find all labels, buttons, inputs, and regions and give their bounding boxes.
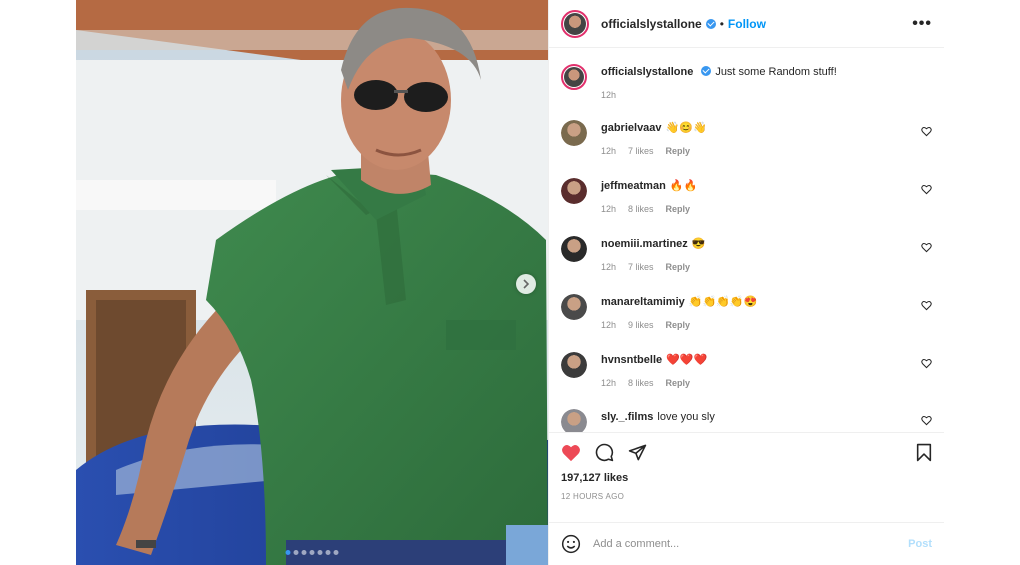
comment-likes[interactable]: 7 likes	[628, 146, 654, 156]
comment-text: gabrielvaav 👋😊👋	[601, 120, 932, 136]
caption-text: officialslystallone Just some Random stuf…	[601, 64, 932, 80]
like-comment-icon[interactable]	[921, 242, 932, 253]
comment-icon[interactable]	[595, 443, 614, 462]
comment-username[interactable]: gabrielvaav	[601, 122, 662, 134]
author-avatar[interactable]	[561, 9, 589, 38]
comment-username[interactable]: sly._.films	[601, 411, 653, 423]
post-details-panel: officialslystallone • Follow ••• officia…	[548, 0, 944, 565]
reply-button[interactable]: Reply	[666, 204, 691, 214]
comment-likes[interactable]: 7 likes	[628, 262, 654, 272]
next-slide-button[interactable]	[516, 274, 536, 294]
comment-text: sly._.films love you sly	[601, 409, 932, 425]
caption-username[interactable]: officialslystallone	[601, 66, 693, 78]
avatar[interactable]	[561, 294, 587, 320]
like-comment-icon[interactable]	[921, 300, 932, 311]
comment-meta: 12h 7 likes Reply	[601, 262, 932, 272]
caption-body: Just some Random stuff!	[715, 66, 837, 78]
caption-meta: 12h	[601, 90, 932, 100]
like-comment-icon[interactable]	[921, 126, 932, 137]
post-comment-button[interactable]: Post	[908, 538, 932, 550]
comment-body: 😎	[691, 238, 706, 250]
carousel-dot[interactable]	[325, 550, 331, 555]
comment-item: sly._.films love you sly	[561, 409, 932, 432]
comment-item: hvnsntbelle ❤️❤️❤️ 12h 8 likes Reply	[561, 352, 932, 388]
comment-item: gabrielvaav 👋😊👋 12h 7 likes Reply	[561, 120, 932, 156]
comment-item: jeffmeatman 🔥🔥 12h 8 likes Reply	[561, 178, 932, 214]
like-comment-icon[interactable]	[921, 184, 932, 195]
emoji-icon[interactable]	[561, 534, 581, 554]
more-options-icon[interactable]: •••	[912, 15, 932, 33]
carousel-dot[interactable]	[333, 550, 339, 555]
post-timestamp: 12 HOURS AGO	[561, 492, 625, 501]
comment-meta: 12h 7 likes Reply	[601, 146, 932, 156]
carousel-dot[interactable]	[285, 550, 291, 555]
avatar[interactable]	[561, 178, 587, 204]
post-header: officialslystallone • Follow •••	[549, 0, 944, 48]
comment-body: ❤️❤️❤️	[666, 354, 708, 366]
comment-time: 12h	[601, 320, 617, 330]
avatar[interactable]	[561, 409, 587, 432]
comment-body: 👋😊👋	[665, 122, 707, 134]
separator-dot: •	[719, 16, 724, 31]
verified-icon	[705, 18, 716, 29]
post-photo[interactable]	[76, 0, 548, 565]
heart-icon[interactable]	[561, 444, 581, 462]
comment-text: noemiii.martinez 😎	[601, 236, 932, 252]
caption-time: 12h	[601, 90, 617, 100]
comment-text: jeffmeatman 🔥🔥	[601, 178, 932, 194]
carousel-dot[interactable]	[301, 550, 307, 555]
comment-item: manareltamimiy 👏👏👏👏😍 12h 9 likes Reply	[561, 294, 932, 330]
comment-likes[interactable]: 8 likes	[628, 378, 654, 388]
comment-time: 12h	[601, 378, 617, 388]
carousel-dots	[285, 550, 339, 555]
reply-button[interactable]: Reply	[666, 320, 691, 330]
carousel-dot[interactable]	[293, 550, 299, 555]
caption: officialslystallone Just some Random stuf…	[561, 64, 932, 100]
comment-time: 12h	[601, 146, 617, 156]
verified-icon	[701, 66, 712, 76]
comments-list[interactable]: officialslystallone Just some Random stuf…	[549, 48, 944, 432]
comment-item: noemiii.martinez 😎 12h 7 likes Reply	[561, 236, 932, 272]
actions-bar: 197,127 likes 12 HOURS AGO	[549, 432, 944, 516]
comment-time: 12h	[601, 262, 617, 272]
likes-count[interactable]: 197,127 likes	[549, 462, 944, 484]
comment-time: 12h	[601, 204, 617, 214]
comment-composer: Post	[549, 522, 944, 565]
avatar[interactable]	[561, 236, 587, 262]
comment-text: manareltamimiy 👏👏👏👏😍	[601, 294, 932, 310]
comment-likes[interactable]: 9 likes	[628, 320, 654, 330]
follow-button[interactable]: Follow	[728, 17, 766, 31]
reply-button[interactable]: Reply	[666, 146, 691, 156]
caption-avatar[interactable]	[561, 64, 587, 90]
reply-button[interactable]: Reply	[666, 262, 691, 272]
avatar[interactable]	[561, 352, 587, 378]
like-comment-icon[interactable]	[921, 358, 932, 369]
comment-likes[interactable]: 8 likes	[628, 204, 654, 214]
comment-username[interactable]: hvnsntbelle	[601, 354, 662, 366]
comment-meta: 12h 8 likes Reply	[601, 204, 932, 214]
share-icon[interactable]	[628, 443, 647, 462]
comment-body: love you sly	[657, 411, 715, 423]
comment-meta: 12h 9 likes Reply	[601, 320, 932, 330]
comment-input[interactable]	[593, 538, 909, 550]
chevron-right-icon	[523, 279, 530, 289]
like-comment-icon[interactable]	[921, 415, 932, 426]
comment-meta: 12h 8 likes Reply	[601, 378, 932, 388]
comment-username[interactable]: noemiii.martinez	[601, 238, 688, 250]
reply-button[interactable]: Reply	[666, 378, 691, 388]
comment-body: 🔥🔥	[669, 180, 698, 192]
comment-username[interactable]: jeffmeatman	[601, 180, 666, 192]
comment-text: hvnsntbelle ❤️❤️❤️	[601, 352, 932, 368]
avatar[interactable]	[561, 120, 587, 146]
photo-image	[76, 0, 548, 565]
bookmark-icon[interactable]	[916, 443, 932, 462]
comment-body: 👏👏👏👏😍	[688, 296, 758, 308]
comment-username[interactable]: manareltamimiy	[601, 296, 685, 308]
carousel-dot[interactable]	[317, 550, 323, 555]
author-username[interactable]: officialslystallone	[601, 17, 702, 31]
carousel-dot[interactable]	[309, 550, 315, 555]
